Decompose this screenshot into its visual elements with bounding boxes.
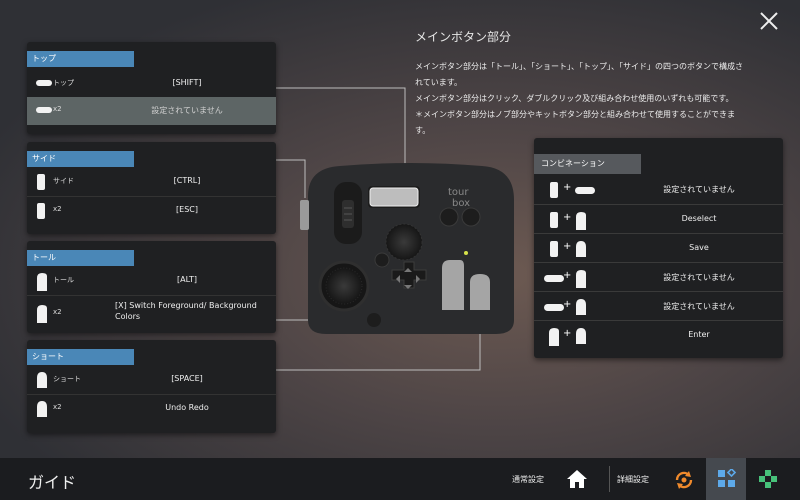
info-section: メインボタン部分 メインボタン部分は「トール」、「ショート」、「トップ」、「サイ… xyxy=(415,28,745,139)
row-value: [ESC] xyxy=(176,205,198,214)
row-label: サイド xyxy=(53,177,74,185)
row-value: 設定されていません xyxy=(151,106,223,115)
combo-row[interactable]: + Enter xyxy=(534,320,783,350)
layout-grid-icon xyxy=(718,469,737,487)
tall-key-icon xyxy=(574,269,588,293)
combination-panel: コンビネーション + 設定されていません + Deselect + Save +… xyxy=(534,138,783,358)
page-title: ガイド xyxy=(28,473,77,492)
side-button-panel: サイド サイド [CTRL] x2 [ESC] xyxy=(27,142,276,234)
top-row-double[interactable]: x2 設定されていません xyxy=(27,97,276,125)
tall-row-single[interactable]: トール [ALT] xyxy=(27,267,276,295)
row-value: Undo Redo xyxy=(165,403,209,412)
tall-button-panel: トール トール [ALT] x2 [X] Switch Foreground/ … xyxy=(27,241,276,333)
dpad-icon xyxy=(759,470,777,488)
combo-value: 設定されていません xyxy=(663,185,735,194)
panel-tag-top: トップ xyxy=(27,51,134,67)
svg-text:tour: tour xyxy=(448,187,469,198)
tall-key-icon xyxy=(35,272,49,296)
short-row-single[interactable]: ショート [SPACE] xyxy=(27,366,276,394)
short-button-shape xyxy=(470,274,490,310)
combo-value: Save xyxy=(689,243,709,252)
short-row-double[interactable]: x2 Undo Redo xyxy=(27,394,276,423)
top-row-single[interactable]: トップ [SHIFT] xyxy=(27,70,276,98)
row-value: [X] Switch Foreground/ Background Colors xyxy=(115,301,257,321)
plus-icon: + xyxy=(563,241,572,252)
info-line: メインボタン部分は「トール」、「ショート」、「トップ」、「サイド」の四つのボタン… xyxy=(415,62,743,71)
plus-icon: + xyxy=(563,328,572,339)
combo-row[interactable]: + Deselect xyxy=(534,204,783,234)
row-label: x2 xyxy=(53,205,62,213)
combo-value: Deselect xyxy=(681,214,717,223)
top-key-icon xyxy=(35,102,53,121)
short-key-icon xyxy=(574,327,588,349)
short-key-icon xyxy=(35,371,49,393)
side-button-shape xyxy=(300,200,309,230)
info-line: ＊メインボタン部分はノブ部分やキットボタン部分と組み合わせて使用することができま… xyxy=(415,110,735,135)
plus-icon: + xyxy=(563,270,572,281)
row-value: [SHIFT] xyxy=(172,78,202,87)
plus-icon: + xyxy=(563,182,572,193)
info-line: メインボタン部分はクリック、ダブルクリック及び組み合わせ使用のいずれも可能です。 xyxy=(415,94,734,103)
short-key-icon xyxy=(574,240,588,262)
tall-row-double[interactable]: x2 [X] Switch Foreground/ Background Col… xyxy=(27,295,276,332)
short-key-icon xyxy=(35,400,49,422)
combo-value: Enter xyxy=(688,330,710,339)
svg-text:box: box xyxy=(452,198,470,209)
gamepad-button[interactable] xyxy=(748,458,788,500)
short-key-icon xyxy=(574,298,588,320)
combo-row[interactable]: + 設定されていません xyxy=(534,262,783,292)
row-label: x2 xyxy=(53,403,62,411)
top-key-icon xyxy=(35,75,53,94)
guide-tab-button[interactable] xyxy=(706,458,746,500)
row-label: x2 xyxy=(53,105,62,113)
tourbox-device: tour box xyxy=(300,163,514,334)
row-label: トップ xyxy=(53,79,74,87)
combination-tag: コンビネーション xyxy=(534,154,641,174)
top-button-panel: トップ トップ [SHIFT] x2 設定されていません xyxy=(27,42,276,134)
side-key-icon xyxy=(35,173,47,195)
top-key-icon xyxy=(574,181,596,203)
info-title: メインボタン部分 xyxy=(415,30,512,44)
close-icon xyxy=(760,12,778,30)
divider xyxy=(609,466,610,492)
combo-value: 設定されていません xyxy=(663,302,735,311)
combo-row[interactable]: + Save xyxy=(534,233,783,263)
side-row-double[interactable]: x2 [ESC] xyxy=(27,196,276,225)
row-label: x2 xyxy=(53,308,62,316)
plus-icon: + xyxy=(563,299,572,310)
short-button-panel: ショート ショート [SPACE] x2 Undo Redo xyxy=(27,340,276,433)
side-key-icon xyxy=(35,202,47,224)
row-value: [SPACE] xyxy=(171,374,203,383)
panel-tag-side: サイド xyxy=(27,151,134,167)
side-row-single[interactable]: サイド [CTRL] xyxy=(27,168,276,196)
bottom-bar: ガイド 通常設定 詳細設定 xyxy=(0,458,800,500)
home-icon xyxy=(567,470,587,488)
normal-settings-label: 通常設定 xyxy=(512,475,544,484)
tall-key-icon xyxy=(574,211,588,235)
row-label: ショート xyxy=(53,375,81,383)
tall-key-icon xyxy=(35,304,49,328)
panel-tag-short: ショート xyxy=(27,349,134,365)
normal-settings-button[interactable]: 通常設定 xyxy=(512,458,596,500)
row-value: [ALT] xyxy=(177,275,197,284)
close-button[interactable] xyxy=(758,10,780,32)
sync-icon xyxy=(675,471,693,489)
tall-button-shape xyxy=(442,260,464,310)
panel-tag-tall: トール xyxy=(27,250,134,266)
combo-value: 設定されていません xyxy=(663,273,735,282)
combo-row[interactable]: + 設定されていません xyxy=(534,291,783,321)
combo-row[interactable]: + 設定されていません xyxy=(534,175,783,204)
advanced-settings-button[interactable]: 詳細設定 xyxy=(617,458,701,500)
advanced-settings-label: 詳細設定 xyxy=(617,475,649,484)
row-value: [CTRL] xyxy=(173,176,201,185)
plus-icon: + xyxy=(563,212,572,223)
info-line: れています。 xyxy=(415,78,462,87)
row-label: トール xyxy=(53,276,74,284)
